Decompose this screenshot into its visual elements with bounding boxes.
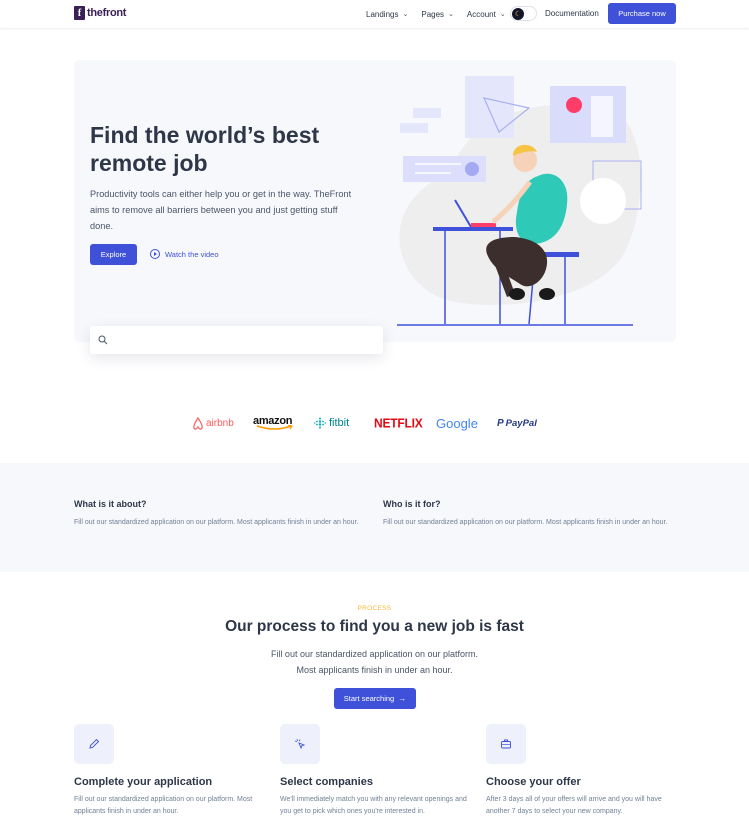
amazon-smile-icon <box>256 425 293 430</box>
brand-logo[interactable]: f thefront <box>74 6 126 20</box>
job-search-input[interactable] <box>114 330 374 350</box>
top-nav-bar: f thefront Landings ⌄ Pages ⌄ Account ⌄ … <box>0 0 749 28</box>
start-searching-label: Start searching <box>343 694 395 703</box>
partner-logos: airbnb amazon fitbit NETFLIX Google P Pa… <box>0 412 749 434</box>
process-card: Choose your offer After 3 days all of yo… <box>486 724 681 818</box>
chevron-down-icon: ⌄ <box>402 11 409 18</box>
nav-item-landings[interactable]: Landings ⌄ <box>366 10 408 19</box>
theme-toggle[interactable]: ☾ <box>510 6 537 21</box>
paypal-logo: P PayPal <box>497 412 537 434</box>
fitbit-dots-icon <box>314 417 326 429</box>
explore-button[interactable]: Explore <box>90 244 137 265</box>
start-searching-button[interactable]: Start searching → <box>334 688 416 709</box>
chevron-down-icon: ⌄ <box>499 11 506 18</box>
nav-item-label: Pages <box>421 9 445 19</box>
nav-item-label: Landings <box>366 9 399 19</box>
process-eyebrow: PROCESS <box>357 605 392 612</box>
netflix-logo: NETFLIX <box>374 412 423 434</box>
info-who-text: Fill out our standardized application on… <box>383 519 668 526</box>
process-card: Complete your application Fill out our s… <box>74 724 269 818</box>
process-card-text: We'll immediately match you with any rel… <box>280 796 467 815</box>
process-card-title: Choose your offer <box>486 776 581 788</box>
nav-item-account[interactable]: Account ⌄ <box>467 10 506 19</box>
process-subtitle-line: Most applicants finish in under an hour. <box>296 665 453 675</box>
airbnb-logo: airbnb <box>192 412 234 434</box>
info-what-title: What is it about? <box>74 499 147 509</box>
amazon-logo: amazon <box>253 412 293 434</box>
logo-mark-icon: f <box>74 6 85 20</box>
cursor-click-icon <box>280 724 320 764</box>
briefcase-icon <box>486 724 526 764</box>
info-who: Who is it for? Fill out our standardized… <box>383 499 678 529</box>
fitbit-logo: fitbit <box>314 412 349 434</box>
info-what: What is it about? Fill out our standardi… <box>74 499 369 529</box>
job-search-box[interactable] <box>90 326 383 354</box>
fitbit-label: fitbit <box>329 417 350 429</box>
process-subtitle-line: Fill out our standardized application on… <box>270 649 479 659</box>
info-what-text: Fill out our standardized application on… <box>74 519 359 526</box>
google-logo: Google <box>436 412 478 434</box>
arrow-right-icon: → <box>398 694 407 703</box>
hero-title: Find the world’s best remote job <box>90 122 320 176</box>
paypal-label: PayPal <box>505 417 537 429</box>
chevron-down-icon: ⌄ <box>448 11 454 18</box>
paypal-mark-icon: P <box>497 417 504 429</box>
purchase-button[interactable]: Purchase now <box>608 3 676 24</box>
process-card-title: Complete your application <box>74 776 213 788</box>
process-card-text: After 3 days all of your offers will arr… <box>486 796 662 815</box>
pencil-icon <box>74 724 114 764</box>
google-label: Google <box>436 415 478 431</box>
nav-item-label: Account <box>466 9 496 19</box>
process-title: Our process to find you a new job is fas… <box>225 618 524 635</box>
netflix-label: NETFLIX <box>374 415 423 431</box>
airbnb-label: airbnb <box>206 417 234 429</box>
hero-subtitle: Productivity tools can either help you o… <box>90 189 352 231</box>
watch-video-label: Watch the video <box>165 249 219 259</box>
play-circle-icon <box>150 249 160 259</box>
info-who-title: Who is it for? <box>383 499 441 509</box>
moon-icon: ☾ <box>512 8 524 20</box>
nav-item-pages[interactable]: Pages ⌄ <box>421 10 454 19</box>
airbnb-icon <box>193 416 203 430</box>
documentation-link[interactable]: Documentation <box>545 9 599 18</box>
watch-video-link[interactable]: Watch the video <box>150 249 219 259</box>
process-card-text: Fill out our standardized application on… <box>74 796 253 815</box>
remote-worker-illustration <box>397 76 642 326</box>
search-icon <box>98 335 108 345</box>
process-subtitle: Fill out our standardized application on… <box>0 646 749 678</box>
brand-name: thefront <box>87 7 127 19</box>
main-nav: Landings ⌄ Pages ⌄ Account ⌄ <box>366 0 519 28</box>
process-card-title: Select companies <box>280 776 373 788</box>
process-card: Select companies We'll immediately match… <box>280 724 475 818</box>
